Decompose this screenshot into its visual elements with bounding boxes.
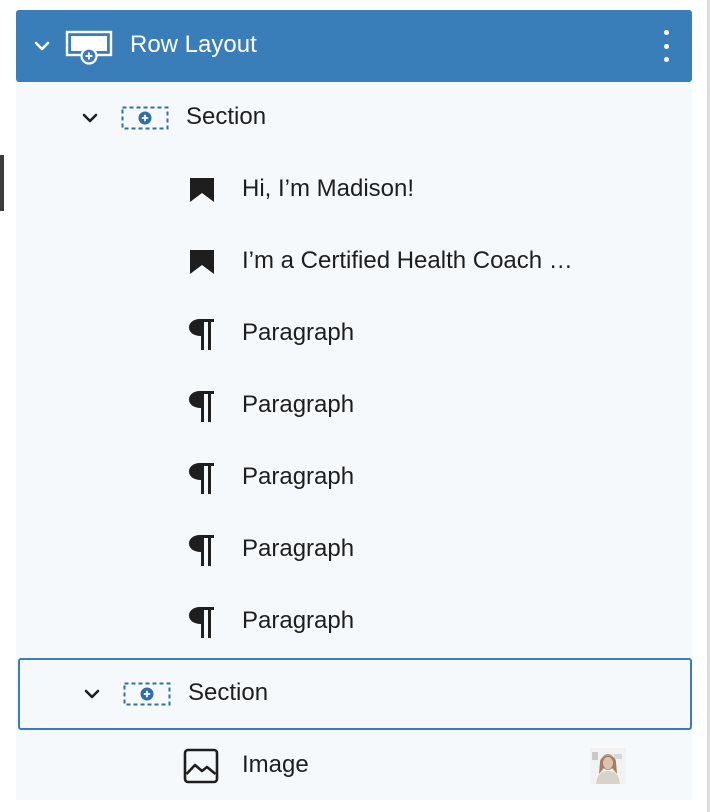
list-item-label: Paragraph [242,319,355,346]
chevron-down-icon[interactable] [31,35,53,57]
list-item-section[interactable]: Section [18,658,692,730]
bookmark-icon [189,178,215,202]
paragraph-icon [187,533,217,567]
section-icon [123,682,171,706]
list-item-heading[interactable]: Hi, I’m Madison! [16,154,692,226]
list-item-label: Section [186,103,267,130]
chevron-down-icon[interactable] [81,683,103,705]
list-view-panel: Row Layout Section Hi, I’m Madison! I’m … [16,10,692,800]
list-item-label: Image [242,751,309,778]
paragraph-icon [187,461,217,495]
list-item-paragraph[interactable]: Paragraph [16,586,692,658]
window-edge [0,0,5,812]
list-item-label: Row Layout [130,31,257,58]
window-edge-marker [0,155,4,211]
list-item-label: I’m a Certified Health Coach … [242,247,573,274]
list-item-row-layout[interactable]: Row Layout [16,10,692,82]
image-thumbnail [590,748,626,784]
list-item-paragraph[interactable]: Paragraph [16,442,692,514]
list-item-image[interactable]: Image [16,730,692,802]
list-item-label: Paragraph [242,607,355,634]
list-item-paragraph[interactable]: Paragraph [16,370,692,442]
list-item-label: Section [188,679,269,706]
list-item-label: Paragraph [242,391,355,418]
row-layout-icon [65,29,115,65]
list-item-heading[interactable]: I’m a Certified Health Coach … [16,226,692,298]
bookmark-icon [189,250,215,274]
paragraph-icon [187,317,217,351]
paragraph-icon [187,605,217,639]
list-item-label: Hi, I’m Madison! [242,175,415,202]
list-item-paragraph[interactable]: Paragraph [16,514,692,586]
image-icon [183,748,219,784]
list-item-label: Paragraph [242,535,355,562]
section-icon [121,106,169,130]
list-item-section[interactable]: Section [16,82,692,154]
list-item-paragraph[interactable]: Paragraph [16,298,692,370]
paragraph-icon [187,389,217,423]
chevron-down-icon[interactable] [79,107,101,129]
list-item-label: Paragraph [242,463,355,490]
more-options-icon[interactable] [662,30,670,62]
